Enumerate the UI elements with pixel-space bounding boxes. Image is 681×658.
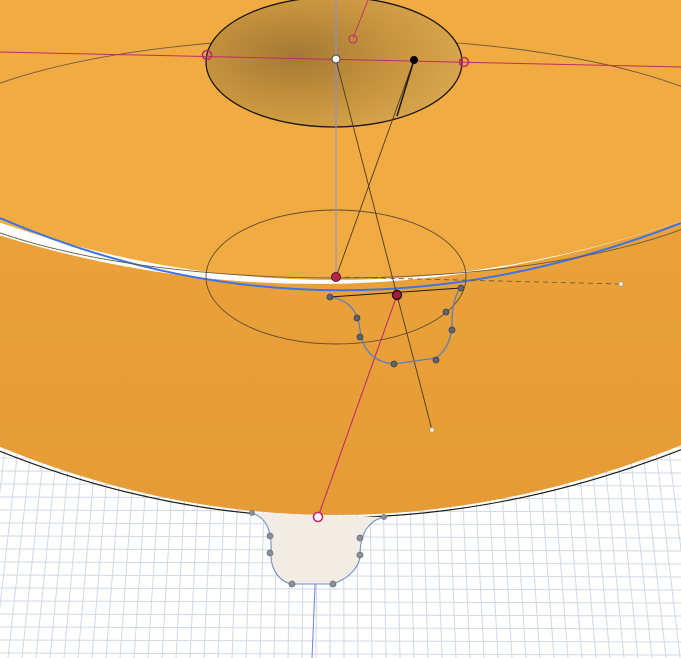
center-point-bottom[interactable] <box>331 272 341 282</box>
sketch-point-black[interactable] <box>410 56 418 64</box>
viewport-canvas[interactable] <box>0 0 681 658</box>
control-point[interactable] <box>381 514 387 520</box>
projected-profile-fill <box>252 513 384 584</box>
control-point[interactable] <box>457 284 465 292</box>
control-point[interactable] <box>432 356 440 364</box>
top-hole[interactable] <box>205 0 463 128</box>
projection-point[interactable] <box>312 511 324 523</box>
control-point[interactable] <box>390 360 398 368</box>
control-point[interactable] <box>442 308 450 316</box>
control-point[interactable] <box>356 551 364 559</box>
control-point[interactable] <box>448 326 456 334</box>
control-point[interactable] <box>266 532 274 540</box>
control-point[interactable] <box>249 510 255 516</box>
grid-line <box>664 419 681 555</box>
control-point[interactable] <box>356 534 364 542</box>
control-point[interactable] <box>326 293 334 301</box>
control-point[interactable] <box>353 314 361 322</box>
control-point[interactable] <box>329 580 337 588</box>
dashed-line-endpoint[interactable] <box>618 281 624 287</box>
grid-line <box>0 587 681 591</box>
grid-line <box>0 600 681 604</box>
control-point[interactable] <box>356 333 364 341</box>
construction-line-endpoint[interactable] <box>429 427 435 433</box>
grid-line <box>0 626 681 630</box>
control-point[interactable] <box>266 549 274 557</box>
selected-spline-point[interactable] <box>391 289 403 301</box>
3d-viewport[interactable] <box>0 0 681 658</box>
center-point-top[interactable] <box>331 54 341 64</box>
grid-line <box>0 652 681 656</box>
grid-line <box>0 639 681 643</box>
control-point[interactable] <box>288 580 296 588</box>
